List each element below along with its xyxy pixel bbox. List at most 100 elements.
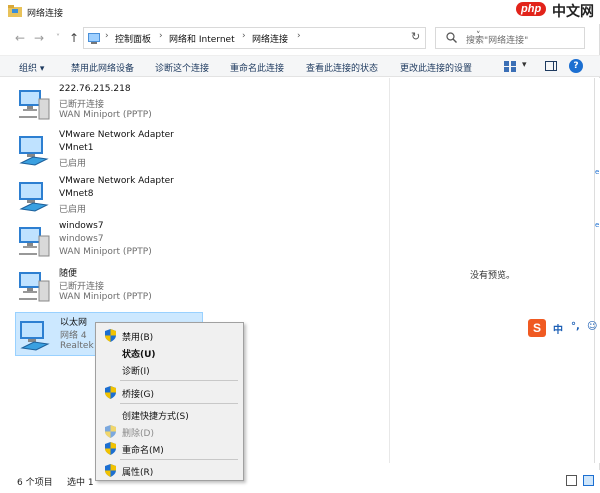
menu-separator [120,459,238,460]
connection-network: VMnet1 [59,143,94,153]
menu-item-label: 创建快捷方式(S) [122,412,189,422]
uac-shield-icon [105,425,116,438]
view-status-button[interactable]: 查看此连接的状态 [306,61,378,74]
list-item[interactable]: VMware Network Adapter VMnet8 已启用 [15,174,203,218]
network-adapter-icon [19,136,49,166]
menu-item-label: 禁用(B) [122,333,154,343]
connection-name: windows7 [59,221,104,231]
search-box[interactable]: 搜索"网络连接" [435,27,585,49]
menu-item-label: 重命名(M) [122,446,164,456]
breadcrumb-network-connections[interactable]: 网络连接 [252,32,288,45]
menu-item-delete[interactable]: 删除(D) [98,423,242,440]
rename-connection-button[interactable]: 重命名此连接 [230,61,284,74]
command-bar: 组织 ▾ 禁用此网络设备 诊断这个连接 重命名此连接 查看此连接的状态 更改此连… [0,55,600,77]
no-preview-text: 没有预览。 [470,271,516,281]
list-item[interactable]: VMware Network Adapter VMnet1 已启用 [15,128,203,172]
address-bar[interactable]: › 控制面板 › 网络和 Internet › 网络连接 › ˅ [83,27,481,49]
menu-item-label: 删除(D) [122,429,154,439]
window-edge [594,78,600,463]
search-icon [446,32,457,43]
connection-name: VMware Network Adapter [59,130,174,140]
watermark-text: 中文网 [552,4,594,20]
title-bar: 网络连接 php 中文网 [0,0,600,24]
diagnose-connection-button[interactable]: 诊断这个连接 [155,61,209,74]
ime-chinese-mode[interactable]: 中 [553,321,563,336]
dialup-connection-icon [19,227,50,257]
context-menu: 禁用(B) 状态(U) 诊断(I) 桥接(G) 创建快捷方式(S) 删除(D) … [95,322,244,481]
view-dropdown-chevron-icon[interactable]: ▾ [522,60,527,70]
ime-toolbar: S 中 °, ☺ [528,318,600,338]
breadcrumb-separator: › [242,31,246,41]
menu-item-diagnose[interactable]: 诊断(I) [98,361,242,378]
forward-arrow-icon[interactable]: → [31,30,47,46]
menu-item-properties[interactable]: 属性(R) [98,462,242,479]
uac-shield-icon [105,386,116,399]
list-item[interactable]: 222.76.215.218 已断开连接 WAN Miniport (PPTP) [15,82,203,126]
ime-punctuation[interactable]: °, [571,321,580,332]
connection-status: 已断开连接 [59,282,105,292]
help-icon[interactable]: ? [569,59,583,73]
organize-menu-button[interactable]: 组织 ▾ [19,61,44,74]
menu-item-bridge[interactable]: 桥接(G) [98,384,242,401]
edge-mark: e [595,168,600,176]
connection-device: WAN Miniport (PPTP) [59,110,152,120]
menu-item-rename[interactable]: 重命名(M) [98,440,242,457]
connection-status: 已断开连接 [59,100,105,110]
php-watermark-logo: php 中文网 [516,0,600,22]
menu-item-create-shortcut[interactable]: 创建快捷方式(S) [98,406,242,423]
connection-name: 随便 [59,269,78,279]
window-title: 网络连接 [27,9,64,19]
change-settings-button[interactable]: 更改此连接的设置 [400,61,472,74]
connection-network: VMnet8 [59,189,94,199]
breadcrumb-network-internet[interactable]: 网络和 Internet [169,32,235,45]
connection-status: 网络 4 [60,331,87,341]
edge-mark: e [595,221,600,229]
list-item[interactable]: windows7 windows7 WAN Miniport (PPTP) [15,219,203,263]
selected-count: 选中 1 [67,478,94,488]
connection-device: WAN Miniport (PPTP) [59,247,152,257]
menu-separator [120,403,238,404]
preview-pane-icon[interactable] [545,61,557,71]
control-panel-icon [88,33,100,44]
back-arrow-icon[interactable]: ← [12,30,28,46]
network-folder-icon [8,5,22,17]
menu-item-label: 诊断(I) [122,367,150,377]
breadcrumb-separator: › [297,31,301,41]
sogou-logo-icon[interactable]: S [528,319,546,337]
up-arrow-icon[interactable]: ↑ [66,30,82,46]
ime-emoji-icon[interactable]: ☺ [587,321,597,332]
preview-pane: 没有预览。 [389,78,594,463]
status-bar: 6 个项目 选中 1 [0,470,600,493]
connection-status: windows7 [59,234,104,244]
connection-state: 已启用 [59,159,87,169]
menu-item-label: 属性(R) [122,468,154,478]
dialup-connection-icon [19,90,50,120]
recent-dropdown-chevron-icon[interactable]: ˅ [50,30,66,46]
item-count: 6 个项目 [17,478,53,488]
uac-shield-icon [105,464,116,477]
refresh-icon[interactable]: ↻ [411,30,420,43]
large-icons-view-icon[interactable] [583,475,594,486]
dialup-connection-icon [19,272,50,302]
change-view-icon[interactable] [504,61,516,72]
connection-name: VMware Network Adapter [59,176,174,186]
uac-shield-icon [105,329,116,342]
menu-item-status[interactable]: 状态(U) [98,344,242,361]
list-item[interactable]: 随便 已断开连接 WAN Miniport (PPTP) [15,264,203,308]
uac-shield-icon [105,442,116,455]
connection-state: 已启用 [59,205,87,215]
connection-device: WAN Miniport (PPTP) [59,292,152,302]
breadcrumb-separator: › [159,31,163,41]
menu-item-disable[interactable]: 禁用(B) [98,327,242,344]
breadcrumb-control-panel[interactable]: 控制面板 [115,32,151,45]
menu-separator [120,380,238,381]
menu-item-label: 桥接(G) [122,390,154,400]
menu-item-label: 状态(U) [122,350,156,360]
watermark-brand: php [516,2,547,16]
breadcrumb-separator: › [105,31,109,41]
search-placeholder: 搜索"网络连接" [466,36,529,46]
details-view-icon[interactable] [566,475,577,486]
network-adapter-icon [19,182,49,212]
disable-device-button[interactable]: 禁用此网络设备 [71,61,134,74]
network-connections-window: 网络连接 php 中文网 ← → ˅ ↑ › 控制面板 › 网络和 Intern… [0,0,600,493]
